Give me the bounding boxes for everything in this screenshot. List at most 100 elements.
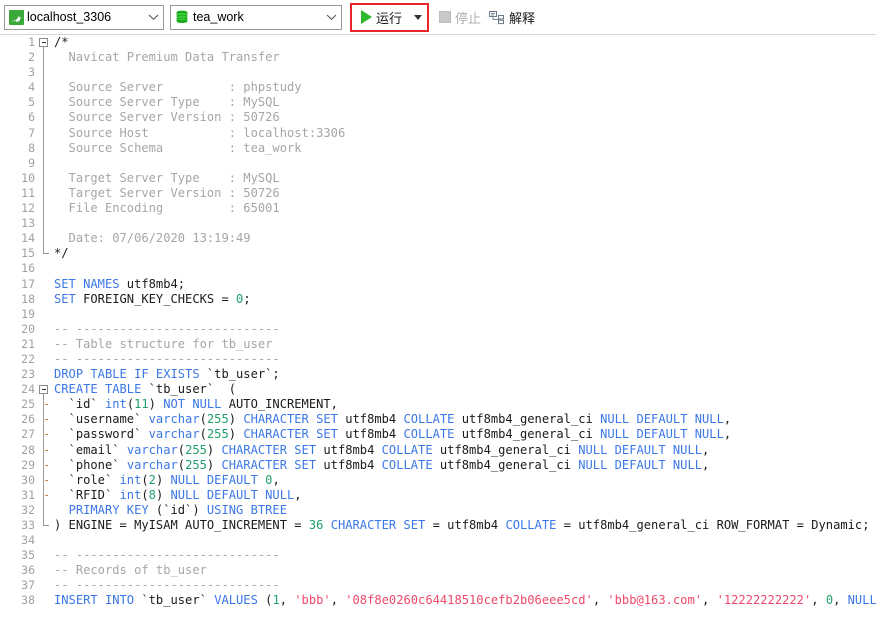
code-text[interactable] (53, 261, 876, 276)
code-line[interactable]: 11 Target Server Version : 50726 (0, 185, 876, 202)
code-text[interactable]: */ (53, 246, 876, 261)
code-line[interactable]: 5 Source Server Type : MySQL (0, 95, 876, 111)
fold-column[interactable] (38, 80, 53, 96)
code-text[interactable]: Target Server Version : 50726 (53, 186, 876, 201)
code-text[interactable]: /* (53, 35, 876, 50)
fold-column[interactable] (38, 518, 53, 533)
connection-selector[interactable]: localhost_3306 (4, 4, 164, 30)
fold-column[interactable] (38, 367, 53, 382)
code-text[interactable]: `phone` varchar(255) CHARACTER SET utf8m… (53, 458, 876, 473)
code-text[interactable] (53, 65, 876, 80)
fold-column[interactable] (38, 322, 53, 337)
code-text[interactable]: `email` varchar(255) CHARACTER SET utf8m… (53, 443, 876, 458)
code-text[interactable]: DROP TABLE IF EXISTS `tb_user`; (53, 367, 876, 382)
code-text[interactable]: ) ENGINE = MyISAM AUTO_INCREMENT = 36 CH… (53, 518, 876, 533)
code-text[interactable]: CREATE TABLE `tb_user` ( (53, 382, 876, 397)
code-text[interactable]: -- ---------------------------- (53, 322, 876, 337)
fold-column[interactable] (38, 563, 53, 578)
code-text[interactable]: -- ---------------------------- (53, 548, 876, 563)
code-line[interactable]: 3 (0, 65, 876, 81)
code-line[interactable]: 17 SET NAMES utf8mb4; (0, 277, 876, 292)
code-text[interactable] (53, 156, 876, 171)
code-line[interactable]: 14 Date: 07/06/2020 13:19:49 (0, 231, 876, 247)
fold-column[interactable] (38, 502, 53, 518)
fold-column[interactable] (38, 246, 53, 261)
stop-button[interactable]: 停止 (435, 6, 485, 29)
fold-column[interactable] (38, 593, 53, 608)
code-text[interactable]: Navicat Premium Data Transfer (53, 50, 876, 65)
fold-column[interactable] (38, 487, 53, 503)
fold-column[interactable] (38, 170, 53, 186)
code-line[interactable]: 24 CREATE TABLE `tb_user` ( (0, 382, 876, 398)
fold-column[interactable] (38, 110, 53, 126)
fold-column[interactable] (38, 397, 53, 413)
code-line[interactable]: 9 (0, 155, 876, 171)
code-text[interactable]: `role` int(2) NULL DEFAULT 0, (53, 473, 876, 488)
fold-column[interactable] (38, 307, 53, 322)
chevron-down-icon[interactable] (143, 13, 163, 21)
fold-column[interactable] (38, 352, 53, 367)
code-text[interactable]: `password` varchar(255) CHARACTER SET ut… (53, 427, 876, 442)
code-line[interactable]: 22 -- ---------------------------- (0, 352, 876, 367)
fold-column[interactable] (38, 277, 53, 292)
fold-column[interactable] (38, 261, 53, 276)
code-text[interactable]: Source Schema : tea_work (53, 141, 876, 156)
code-line[interactable]: 35 -- ---------------------------- (0, 548, 876, 563)
code-line[interactable]: 23 DROP TABLE IF EXISTS `tb_user`; (0, 367, 876, 382)
code-line[interactable]: 6 Source Server Version : 50726 (0, 110, 876, 126)
run-dropdown-chevron-down-icon[interactable] (414, 14, 423, 20)
code-text[interactable]: Source Server : phpstudy (53, 80, 876, 95)
fold-column[interactable] (38, 412, 53, 428)
code-lines-container[interactable]: 1/* 2 Navicat Premium Data Transfer 3 4 Sou… (0, 35, 876, 609)
code-text[interactable]: SET FOREIGN_KEY_CHECKS = 0; (53, 292, 876, 307)
code-text[interactable]: `RFID` int(8) NULL DEFAULT NULL, (53, 488, 876, 503)
fold-column[interactable] (38, 50, 53, 66)
code-line[interactable]: 13 (0, 216, 876, 232)
code-line[interactable]: 21 -- Table structure for tb_user (0, 337, 876, 352)
fold-column[interactable] (38, 457, 53, 473)
fold-column[interactable] (38, 125, 53, 141)
explain-button[interactable]: 解释 (485, 6, 539, 29)
fold-column[interactable] (38, 442, 53, 458)
code-line[interactable]: 2 Navicat Premium Data Transfer (0, 50, 876, 66)
code-line[interactable]: 20 -- ---------------------------- (0, 322, 876, 337)
code-line[interactable]: 7 Source Host : localhost:3306 (0, 125, 876, 141)
code-line[interactable]: 18 SET FOREIGN_KEY_CHECKS = 0; (0, 292, 876, 307)
code-line[interactable]: 36 -- Records of tb_user (0, 563, 876, 578)
code-line[interactable]: 4 Source Server : phpstudy (0, 80, 876, 96)
fold-column[interactable] (38, 201, 53, 217)
database-selector[interactable]: tea_work (170, 4, 342, 30)
code-line[interactable]: 28 `email` varchar(255) CHARACTER SET ut… (0, 442, 876, 458)
run-button[interactable]: 运行 (356, 6, 406, 29)
fold-column[interactable] (38, 140, 53, 156)
code-line[interactable]: 37 -- ---------------------------- (0, 578, 876, 593)
code-line[interactable]: 10 Target Server Type : MySQL (0, 170, 876, 186)
code-line[interactable]: 15 */ (0, 246, 876, 261)
fold-column[interactable] (38, 427, 53, 443)
fold-column[interactable] (38, 185, 53, 202)
code-line[interactable]: 38 INSERT INTO `tb_user` VALUES (1, 'bbb'… (0, 593, 876, 608)
fold-column[interactable] (38, 35, 53, 51)
fold-column[interactable] (38, 548, 53, 563)
fold-column[interactable] (38, 472, 53, 488)
code-text[interactable] (53, 533, 876, 548)
code-text[interactable]: Date: 07/06/2020 13:19:49 (53, 231, 876, 246)
fold-column[interactable] (38, 65, 53, 81)
code-text[interactable]: -- ---------------------------- (53, 578, 876, 593)
code-line[interactable]: 8 Source Schema : tea_work (0, 140, 876, 156)
fold-column[interactable] (38, 216, 53, 232)
code-line[interactable]: 32 PRIMARY KEY (`id`) USING BTREE (0, 502, 876, 518)
fold-column[interactable] (38, 337, 53, 352)
code-text[interactable]: SET NAMES utf8mb4; (53, 277, 876, 292)
code-text[interactable]: Target Server Type : MySQL (53, 171, 876, 186)
code-line[interactable]: 12 File Encoding : 65001 (0, 201, 876, 217)
code-line[interactable]: 27 `password` varchar(255) CHARACTER SET… (0, 427, 876, 443)
code-text[interactable]: -- ---------------------------- (53, 352, 876, 367)
fold-column[interactable] (38, 292, 53, 307)
code-line[interactable]: 34 (0, 533, 876, 548)
code-line[interactable]: 25 `id` int(11) NOT NULL AUTO_INCREMENT, (0, 397, 876, 413)
code-text[interactable]: -- Records of tb_user (53, 563, 876, 578)
code-text[interactable]: `id` int(11) NOT NULL AUTO_INCREMENT, (53, 397, 876, 412)
code-text[interactable]: Source Server Type : MySQL (53, 95, 876, 110)
fold-column[interactable] (38, 382, 53, 398)
